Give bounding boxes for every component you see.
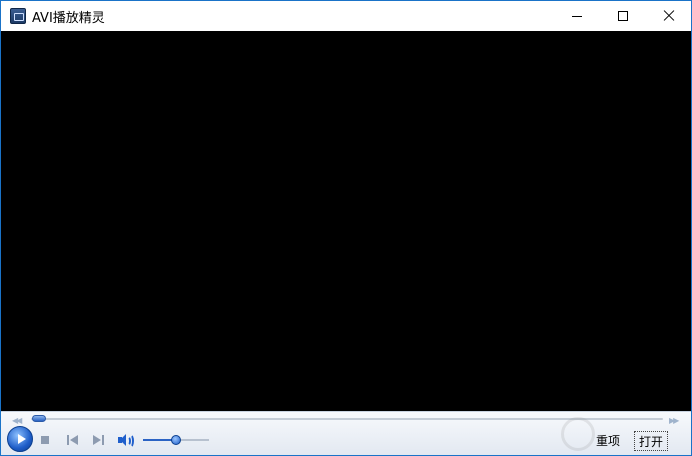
seek-handle[interactable]	[32, 415, 46, 422]
rewind-icon[interactable]: ◀◀	[12, 416, 22, 425]
stop-button[interactable]	[41, 436, 49, 444]
maximize-icon	[618, 11, 628, 21]
next-button[interactable]	[93, 434, 105, 446]
repeat-button[interactable]: 重项	[591, 431, 625, 451]
maximize-button[interactable]	[600, 1, 646, 31]
app-icon	[10, 8, 26, 24]
volume-icon[interactable]	[118, 434, 134, 448]
app-window: AVI播放精灵 ◀◀ ▶▶ 重项 打开	[0, 0, 692, 456]
window-title: AVI播放精灵	[32, 11, 105, 26]
minimize-icon	[572, 16, 582, 17]
close-button[interactable]	[646, 1, 691, 31]
fast-forward-icon[interactable]: ▶▶	[669, 416, 679, 425]
open-button[interactable]: 打开	[634, 431, 668, 451]
video-display[interactable]	[1, 31, 691, 411]
play-button[interactable]	[7, 426, 33, 452]
minimize-button[interactable]	[554, 1, 600, 31]
seek-bar[interactable]	[31, 418, 663, 420]
volume-handle[interactable]	[171, 435, 181, 445]
control-bar: ◀◀ ▶▶ 重项 打开	[1, 411, 691, 455]
play-icon	[18, 434, 26, 444]
title-bar[interactable]: AVI播放精灵	[1, 1, 691, 31]
previous-button[interactable]	[67, 434, 79, 446]
